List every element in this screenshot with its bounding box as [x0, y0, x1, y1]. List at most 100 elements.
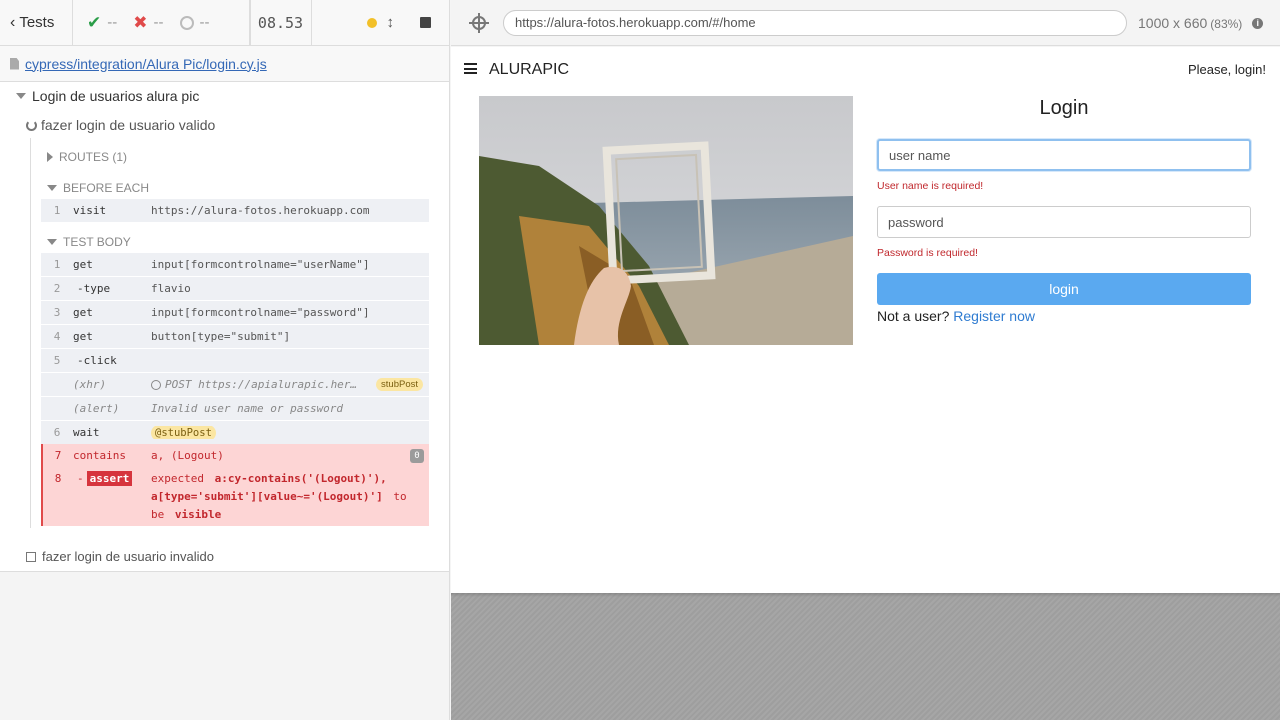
command-row[interactable]: 4 get button[type="submit"] — [41, 325, 429, 349]
pending-count: -- — [199, 14, 210, 31]
passed-stat: ✔ -- — [79, 0, 125, 45]
command-row-7[interactable]: 7 contains a, (Logout) — [43, 449, 224, 462]
file-icon — [10, 57, 19, 70]
command-number: 8 — [54, 472, 62, 485]
command-number: 2 — [53, 282, 61, 295]
viewport-size: 1000 x 660 — [1138, 14, 1208, 31]
command-row[interactable]: 6 wait @stubPost — [41, 421, 429, 445]
command-name: visit — [73, 204, 107, 217]
caret-down-icon — [47, 239, 57, 245]
command-name: - assert — [73, 471, 151, 486]
chevron-left-icon: ‹ — [10, 13, 16, 31]
register-prompt: Not a user? Register now — [877, 308, 1035, 324]
command-row-8[interactable]: 8 - assert — [43, 471, 151, 486]
command-message: input[formcontrolname="userName"] — [151, 258, 370, 271]
check-icon: ✔ — [87, 12, 102, 32]
command-number: 3 — [53, 306, 61, 319]
pending-circle-icon — [151, 380, 161, 390]
command-message: input[formcontrolname="password"] — [151, 306, 370, 319]
auto-scroll-icon[interactable]: ↕ — [387, 14, 395, 31]
spec-path[interactable]: cypress/integration/Alura Pic/login.cy.j… — [0, 46, 449, 82]
spec-path-text[interactable]: cypress/integration/Alura Pic/login.cy.j… — [25, 56, 267, 72]
command-number: 1 — [53, 258, 61, 271]
viewport-backdrop — [451, 593, 1280, 720]
command-name: get — [73, 258, 93, 271]
routes-toggle[interactable]: ROUTES (1) — [47, 150, 127, 164]
not-run-icon — [26, 551, 36, 562]
msg-to: to — [393, 490, 407, 503]
viewport-scale: (83%) — [1210, 16, 1243, 31]
command-row[interactable]: 1 visit https://alura-fotos.herokuapp.co… — [41, 199, 429, 223]
command-message: flavio — [151, 282, 191, 295]
test-inactive-text: fazer login de usuario invalido — [42, 549, 214, 564]
command-message: https://alura-fotos.herokuapp.com — [151, 204, 370, 217]
test-inactive[interactable]: fazer login de usuario invalido — [26, 549, 214, 564]
caret-down-icon — [47, 185, 57, 191]
command-row[interactable]: 2 -type flavio — [41, 277, 429, 301]
failed-stat: ✖ -- — [125, 0, 171, 45]
test-body-toggle[interactable]: TEST BODY — [47, 235, 131, 249]
xhr-message-text: POST https://apialurapic.her… — [165, 378, 358, 391]
before-each-toggle[interactable]: BEFORE EACH — [47, 181, 149, 195]
before-each-commands: 1 visit https://alura-fotos.herokuapp.co… — [41, 199, 429, 223]
stop-icon[interactable] — [420, 17, 431, 28]
test-active[interactable]: fazer login de usuario valido — [26, 117, 215, 133]
msg-be: be — [151, 508, 165, 521]
alias-badge: @stubPost — [151, 426, 216, 439]
command-name: (xhr) — [73, 378, 107, 391]
msg-visible: visible — [174, 508, 222, 521]
runnable-list: Login de usuarios alura pic fazer login … — [0, 82, 449, 572]
login-button[interactable]: login — [877, 273, 1251, 305]
command-row[interactable]: 3 get input[formcontrolname="password"] — [41, 301, 429, 325]
command-row[interactable]: 1 get input[formcontrolname="userName"] — [41, 253, 429, 277]
assertion-message: expected a:cy-contains('(Logout)'), a[ty… — [151, 470, 421, 524]
command-name: contains — [73, 449, 126, 462]
password-placeholder: password — [888, 214, 944, 230]
command-row[interactable]: 5 -click — [41, 349, 429, 373]
login-title: Login — [1039, 97, 1089, 119]
tests-button[interactable]: ‹ Tests — [0, 0, 73, 45]
url-text: https://alura-fotos.herokuapp.com/#/home — [515, 15, 756, 30]
please-login-text: Please, login! — [1187, 62, 1266, 77]
reporter-panel: ‹ Tests ✔ -- ✖ -- -- 08.53 ↕ cypress/int… — [0, 0, 450, 720]
password-input[interactable]: password — [877, 206, 1251, 238]
test-body-label: TEST BODY — [63, 235, 131, 249]
info-icon[interactable]: i — [1252, 18, 1264, 30]
app-iframe: ALURAPIC Please, login! Login user name … — [451, 47, 1280, 593]
menu-icon[interactable] — [464, 63, 477, 74]
alert-row[interactable]: (alert) Invalid user name or password — [41, 397, 429, 421]
assert-tag: assert — [86, 471, 133, 486]
x-icon: ✖ — [133, 12, 148, 32]
not-user-text: Not a user? — [877, 308, 950, 324]
url-bar[interactable]: https://alura-fotos.herokuapp.com/#/home — [503, 9, 1127, 36]
stats-bar: ‹ Tests ✔ -- ✖ -- -- 08.53 ↕ — [0, 0, 449, 46]
suite-title-text: Login de usuarios alura pic — [32, 88, 200, 104]
tests-label: Tests — [19, 14, 55, 31]
username-error: User name is required! — [877, 180, 984, 192]
command-name: (alert) — [73, 402, 120, 415]
register-link[interactable]: Register now — [953, 308, 1035, 324]
command-name: -type — [77, 282, 111, 295]
caret-right-icon — [47, 152, 53, 162]
failed-command-block[interactable]: 7 contains a, (Logout) 0 8 - assert expec… — [41, 444, 429, 526]
running-spinner-icon — [26, 119, 37, 131]
failed-count: -- — [153, 14, 164, 31]
selector-playground-icon[interactable] — [469, 12, 489, 33]
username-input[interactable]: user name — [877, 139, 1251, 171]
xhr-row[interactable]: (xhr) POST https://apialurapic.her… stub… — [41, 373, 429, 397]
test-body-commands: 1 get input[formcontrolname="userName"] … — [41, 253, 429, 445]
test-active-text: fazer login de usuario valido — [41, 117, 216, 133]
command-name: wait — [73, 426, 100, 439]
command-name: -click — [77, 354, 117, 367]
command-message: a, (Logout) — [151, 449, 224, 462]
brand-logo[interactable]: ALURAPIC — [489, 61, 569, 79]
suite-title[interactable]: Login de usuarios alura pic — [16, 88, 199, 104]
hero-photo-image — [479, 96, 853, 345]
hero-photo — [479, 96, 853, 345]
aut-header: https://alura-fotos.herokuapp.com/#/home… — [451, 0, 1280, 46]
stub-badge: stubPost — [376, 378, 423, 391]
command-message: Invalid user name or password — [151, 402, 344, 415]
pending-circle-icon — [179, 15, 194, 30]
command-name: get — [73, 306, 93, 319]
viewport-info: 1000 x 660 (83%) i — [1138, 14, 1264, 31]
